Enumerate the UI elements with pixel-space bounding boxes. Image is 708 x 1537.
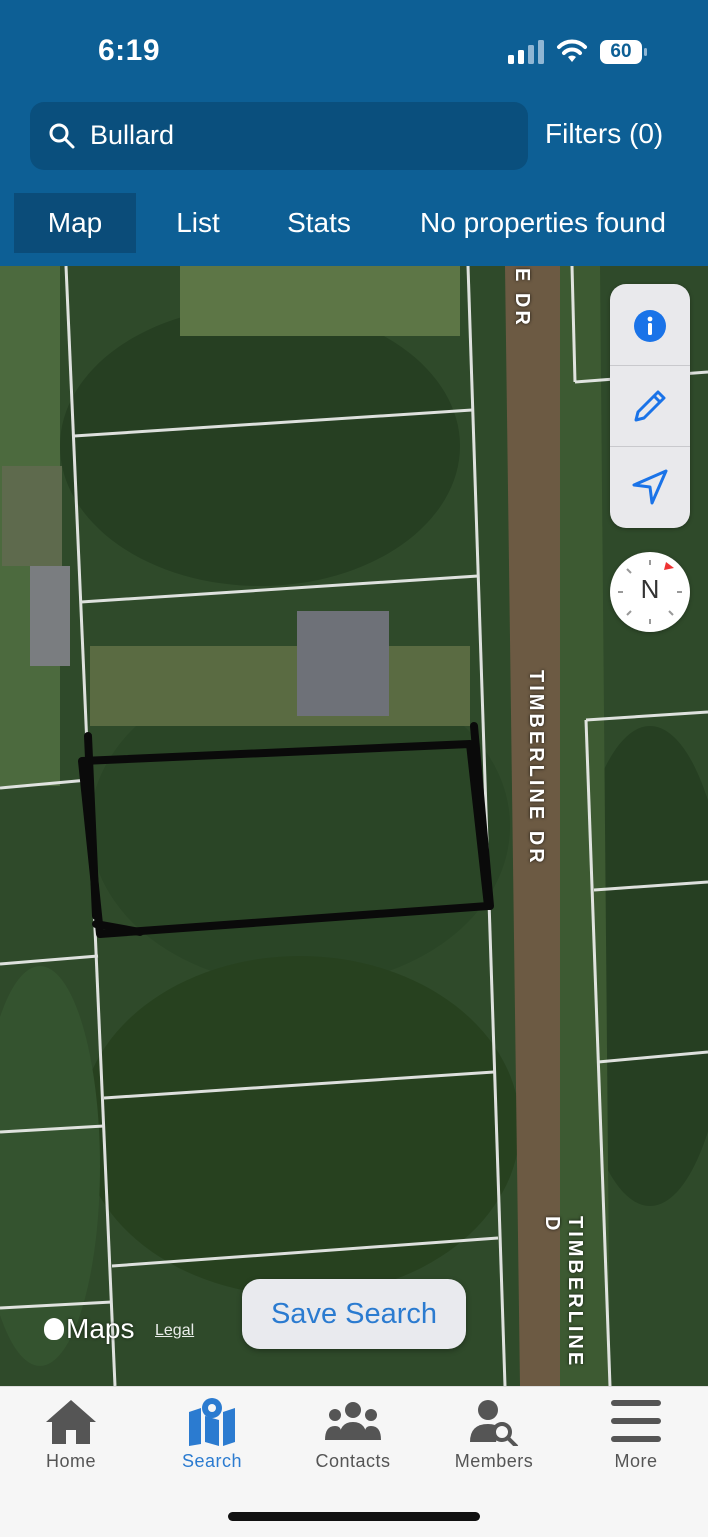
info-button[interactable] <box>610 286 690 366</box>
search-input[interactable]: Bullard <box>30 102 528 170</box>
status-time: 6:19 <box>98 34 161 67</box>
road-label-timberline-dr: TIMBERLINE DR <box>525 670 547 866</box>
location-arrow-icon <box>632 469 668 505</box>
wifi-icon <box>557 39 587 62</box>
nav-search-label: Search <box>181 1451 243 1471</box>
people-icon <box>325 1402 381 1440</box>
save-search-button[interactable]: Save Search <box>242 1279 466 1349</box>
results-status: No properties found <box>420 207 666 238</box>
info-icon <box>634 310 666 342</box>
battery-level: 60 <box>610 41 632 62</box>
my-location-button[interactable] <box>610 447 690 527</box>
battery-icon: 60 <box>600 40 648 64</box>
pencil-icon <box>634 390 666 422</box>
nav-contacts-label: Contacts <box>315 1451 391 1471</box>
compass-north-label: N <box>640 574 660 604</box>
map-view[interactable]: E DR TIMBERLINE DR TIMBERLINE D <box>0 266 708 1386</box>
search-query: Bullard <box>90 120 175 150</box>
nav-members-label: Members <box>454 1451 534 1471</box>
maps-attribution: Maps <box>66 1313 135 1344</box>
compass-button[interactable]: N <box>610 552 690 632</box>
nav-more-label: More <box>614 1451 658 1471</box>
home-indicator[interactable] <box>228 1512 480 1521</box>
tab-list[interactable]: List <box>150 193 246 253</box>
map-pin-icon <box>189 1398 235 1446</box>
app-header: 6:19 60 Bullard Filters (0) Map List Sta… <box>0 0 708 266</box>
member-search-icon <box>470 1400 518 1446</box>
filters-button[interactable]: Filters (0) <box>545 118 663 150</box>
satellite-imagery <box>0 266 708 1386</box>
road-label-e-dr: E DR <box>511 268 533 328</box>
apple-maps-logo: Maps <box>44 1313 134 1345</box>
menu-icon <box>611 1400 661 1442</box>
map-controls <box>610 284 690 528</box>
apple-logo-icon <box>44 1318 64 1340</box>
draw-button[interactable] <box>610 366 690 446</box>
cellular-signal-icon <box>508 40 544 64</box>
legal-link[interactable]: Legal <box>155 1322 194 1340</box>
tab-stats[interactable]: Stats <box>270 193 368 253</box>
tab-map[interactable]: Map <box>14 193 136 253</box>
road-label-timberline-d: TIMBERLINE D <box>541 1216 586 1369</box>
nav-home-label: Home <box>45 1451 96 1471</box>
search-icon <box>49 123 75 149</box>
home-icon <box>46 1400 96 1444</box>
